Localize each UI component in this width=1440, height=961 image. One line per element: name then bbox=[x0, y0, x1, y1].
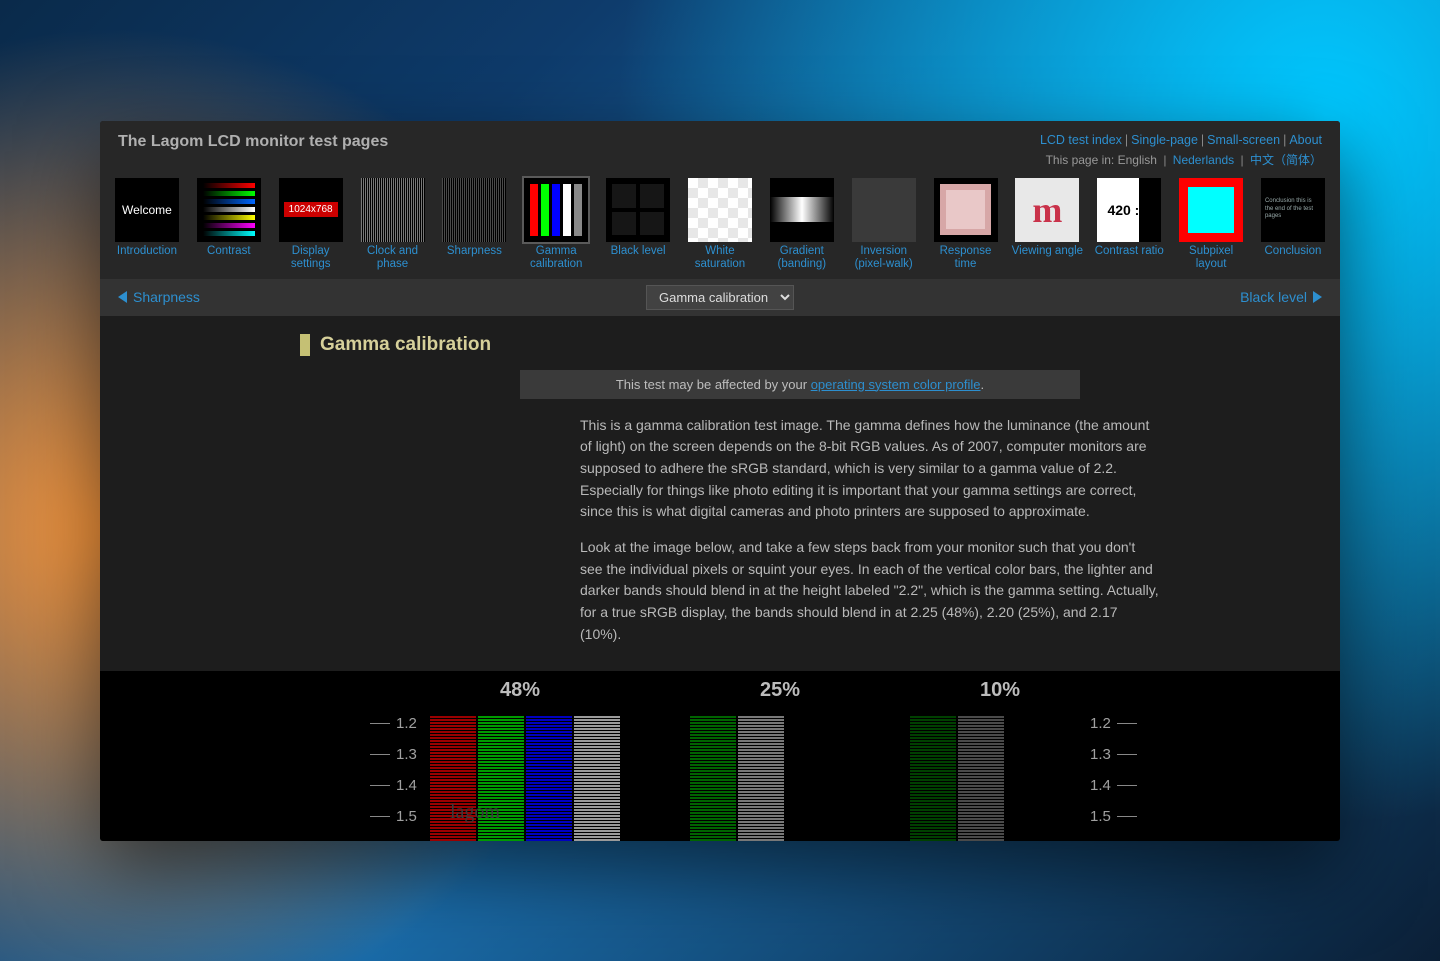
thumb-label: Gradient (banding) bbox=[765, 245, 839, 271]
nav-thumb[interactable]: Gamma calibration bbox=[519, 178, 593, 271]
notice-link[interactable]: operating system color profile bbox=[811, 377, 981, 392]
header: The Lagom LCD monitor test pages LCD tes… bbox=[100, 121, 1340, 174]
thumb-label: Display settings bbox=[274, 245, 348, 271]
thumb-label: Subpixel layout bbox=[1174, 245, 1248, 271]
thumb-icon bbox=[361, 178, 425, 242]
header-link[interactable]: LCD test index bbox=[1040, 133, 1122, 147]
gamma-bar bbox=[526, 715, 572, 841]
gamma-bar bbox=[738, 715, 784, 841]
gamma-scale-left: 1.21.31.41.5 bbox=[370, 715, 417, 825]
gamma-bar-group bbox=[910, 715, 1004, 841]
notice-text: This test may be affected by your bbox=[616, 377, 811, 392]
next-label: Black level bbox=[1240, 289, 1307, 305]
thumb-icon: Conclusion this is the end of the test p… bbox=[1261, 178, 1325, 242]
thumb-label: Viewing angle bbox=[1012, 245, 1083, 271]
nav-thumbnails: Welcome Introduction Contrast 1024x768 Displ… bbox=[100, 174, 1340, 279]
triangle-left-icon bbox=[118, 291, 127, 303]
watermark: lagom bbox=[450, 801, 500, 824]
gamma-bar bbox=[910, 715, 956, 841]
lang-link-nl[interactable]: Nederlands bbox=[1173, 153, 1234, 167]
thumb-icon bbox=[442, 178, 506, 242]
nav-thumb[interactable]: Sharpness bbox=[437, 178, 511, 271]
paragraph-2: Look at the image below, and take a few … bbox=[580, 537, 1160, 645]
thumb-label: White saturation bbox=[683, 245, 757, 271]
gamma-pct-label: 48% bbox=[500, 679, 540, 702]
heading-accent-bar bbox=[300, 334, 310, 356]
header-right: LCD test index|Single-page|Small-screen|… bbox=[1040, 133, 1322, 168]
prev-next-bar: Sharpness Gamma calibration Black level bbox=[100, 279, 1340, 316]
gamma-scale-right: 1.21.31.41.5 bbox=[1090, 715, 1137, 825]
thumb-icon: Welcome bbox=[115, 178, 179, 242]
thumb-icon bbox=[197, 178, 261, 242]
paragraph-1: This is a gamma calibration test image. … bbox=[580, 415, 1160, 523]
nav-thumb[interactable]: Clock and phase bbox=[356, 178, 430, 271]
gamma-bar bbox=[958, 715, 1004, 841]
nav-thumb[interactable]: Black level bbox=[601, 178, 675, 271]
thumb-icon bbox=[606, 178, 670, 242]
nav-thumb[interactable]: 1024x768 Display settings bbox=[274, 178, 348, 271]
body-text: This is a gamma calibration test image. … bbox=[580, 415, 1160, 646]
site-title: The Lagom LCD monitor test pages bbox=[118, 133, 388, 151]
nav-thumb[interactable]: m Viewing angle bbox=[1010, 178, 1084, 271]
thumb-icon bbox=[770, 178, 834, 242]
nav-thumb[interactable]: White saturation bbox=[683, 178, 757, 271]
gamma-chart: 1.21.31.41.5 1.21.31.41.5 48% 25% 10% lagom bbox=[100, 671, 1340, 841]
nav-thumb[interactable]: Response time bbox=[929, 178, 1003, 271]
content: Gamma calibration This test may be affec… bbox=[100, 316, 1340, 646]
nav-thumb[interactable]: Gradient (banding) bbox=[765, 178, 839, 271]
thumb-icon bbox=[1179, 178, 1243, 242]
thumb-icon: 1024x768 bbox=[279, 178, 343, 242]
header-lang: This page in: English | Nederlands | 中文（… bbox=[1040, 151, 1322, 168]
page-select[interactable]: Gamma calibration bbox=[646, 285, 794, 310]
thumb-label: Sharpness bbox=[447, 245, 502, 271]
header-links: LCD test index|Single-page|Small-screen|… bbox=[1040, 133, 1322, 147]
thumb-label: Contrast ratio bbox=[1095, 245, 1164, 271]
thumb-label: Black level bbox=[611, 245, 666, 271]
gamma-bar bbox=[574, 715, 620, 841]
thumb-icon bbox=[934, 178, 998, 242]
thumb-icon: 420 : 1 bbox=[1097, 178, 1161, 242]
thumb-label: Contrast bbox=[207, 245, 250, 271]
thumb-label: Conclusion bbox=[1265, 245, 1322, 271]
lang-label: This page in: bbox=[1046, 153, 1115, 167]
header-link[interactable]: About bbox=[1289, 133, 1322, 147]
gamma-pct-label: 10% bbox=[980, 679, 1020, 702]
gamma-bar bbox=[690, 715, 736, 841]
header-link[interactable]: Single-page bbox=[1131, 133, 1198, 147]
triangle-right-icon bbox=[1313, 291, 1322, 303]
notice-banner: This test may be affected by your operat… bbox=[520, 370, 1080, 399]
lang-current: English bbox=[1118, 153, 1157, 167]
nav-thumb[interactable]: Inversion (pixel-walk) bbox=[847, 178, 921, 271]
gamma-bar-group bbox=[690, 715, 784, 841]
next-link[interactable]: Black level bbox=[1240, 289, 1322, 305]
app-window: The Lagom LCD monitor test pages LCD tes… bbox=[100, 121, 1340, 841]
header-link[interactable]: Small-screen bbox=[1207, 133, 1280, 147]
nav-thumb[interactable]: Welcome Introduction bbox=[110, 178, 184, 271]
heading-row: Gamma calibration bbox=[300, 334, 1300, 356]
thumb-icon bbox=[524, 178, 588, 242]
prev-link[interactable]: Sharpness bbox=[118, 289, 200, 305]
nav-thumb[interactable]: Subpixel layout bbox=[1174, 178, 1248, 271]
thumb-label: Inversion (pixel-walk) bbox=[847, 245, 921, 271]
nav-thumb[interactable]: Contrast bbox=[192, 178, 266, 271]
page-title: Gamma calibration bbox=[320, 334, 491, 356]
lang-link-zh[interactable]: 中文（简体） bbox=[1250, 153, 1322, 167]
prev-label: Sharpness bbox=[133, 289, 200, 305]
thumb-label: Gamma calibration bbox=[519, 245, 593, 271]
nav-thumb[interactable]: Conclusion this is the end of the test p… bbox=[1256, 178, 1330, 271]
thumb-label: Response time bbox=[929, 245, 1003, 271]
nav-thumb[interactable]: 420 : 1 Contrast ratio bbox=[1092, 178, 1166, 271]
thumb-icon bbox=[852, 178, 916, 242]
thumb-icon: m bbox=[1015, 178, 1079, 242]
thumb-icon bbox=[688, 178, 752, 242]
gamma-pct-label: 25% bbox=[760, 679, 800, 702]
thumb-label: Clock and phase bbox=[356, 245, 430, 271]
thumb-label: Introduction bbox=[117, 245, 177, 271]
